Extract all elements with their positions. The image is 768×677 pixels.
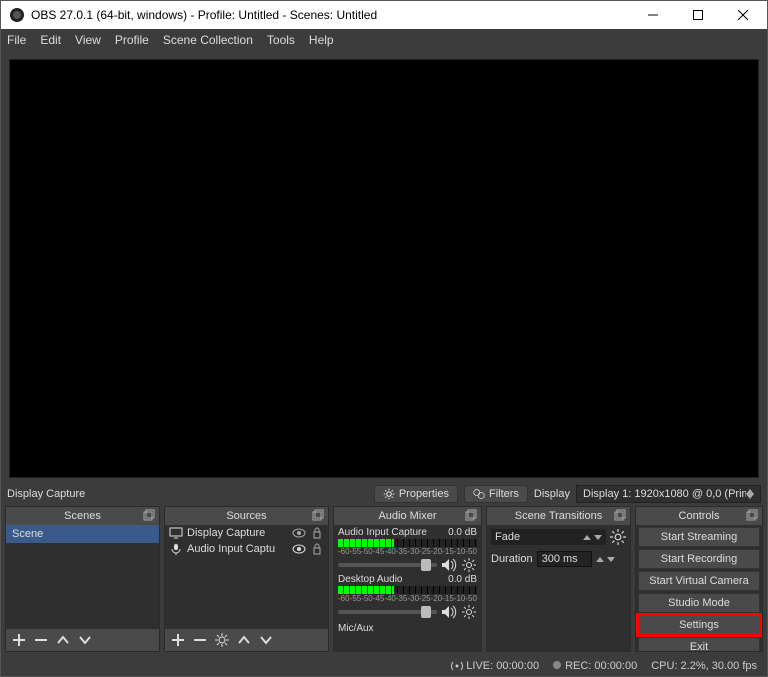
- lock-icon[interactable]: [310, 527, 324, 539]
- controls-header: Controls: [636, 507, 762, 525]
- eye-icon[interactable]: [292, 543, 306, 555]
- menu-profile[interactable]: Profile: [115, 33, 149, 47]
- menu-file[interactable]: File: [7, 33, 26, 47]
- dot-icon: [553, 661, 561, 669]
- maximize-button[interactable]: [675, 1, 720, 29]
- duration-input[interactable]: 300 ms: [537, 551, 592, 567]
- gear-icon[interactable]: [461, 605, 477, 619]
- stepper-icon: [583, 531, 602, 543]
- source-row[interactable]: Display Capture: [165, 525, 328, 541]
- volume-slider[interactable]: [338, 563, 437, 567]
- scenes-toolbar: [6, 629, 159, 651]
- status-bar: LIVE: 00:00:00 REC: 00:00:00 CPU: 2.2%, …: [1, 656, 767, 676]
- cpu-status: CPU: 2.2%, 30.00 fps: [651, 660, 757, 672]
- preview-area: [1, 51, 767, 482]
- scenes-dock: Scenes Scene: [5, 506, 160, 652]
- stepper-icon: [746, 489, 754, 499]
- start-streaming-button[interactable]: Start Streaming: [638, 527, 760, 547]
- speaker-icon[interactable]: [441, 605, 457, 619]
- properties-button[interactable]: Properties: [374, 485, 458, 503]
- title-bar: OBS 27.0.1 (64-bit, windows) - Profile: …: [1, 1, 767, 29]
- broadcast-icon: [451, 661, 463, 671]
- filters-button[interactable]: Filters: [464, 485, 528, 503]
- preview-canvas[interactable]: [9, 59, 759, 478]
- transitions-header: Scene Transitions: [487, 507, 630, 525]
- sources-header: Sources: [165, 507, 328, 525]
- monitor-icon: [169, 527, 183, 539]
- transitions-dock: Scene Transitions Fade Duration: [486, 506, 631, 652]
- db-scale: -60-55-50-45-40-35-30-25-20-15-10-50: [338, 548, 477, 556]
- chevron-up-icon[interactable]: [237, 633, 251, 647]
- mixer-body: Audio Input Capture0.0 dB -60-55-50-45-4…: [334, 525, 481, 651]
- display-dropdown[interactable]: Display 1: 1920x1080 @ 0,0 (Prima: [576, 485, 761, 503]
- scene-item[interactable]: Scene: [6, 525, 159, 543]
- menu-edit[interactable]: Edit: [40, 33, 61, 47]
- mixer-channel: Desktop Audio0.0 dB -60-55-50-45-40-35-3…: [338, 574, 477, 619]
- settings-button[interactable]: Settings: [638, 615, 760, 635]
- menu-help[interactable]: Help: [309, 33, 334, 47]
- add-icon[interactable]: [12, 633, 26, 647]
- filters-icon: [473, 488, 485, 500]
- menu-tools[interactable]: Tools: [267, 33, 295, 47]
- rec-status: REC: 00:00:00: [553, 660, 637, 672]
- popout-icon[interactable]: [312, 509, 324, 521]
- audio-meter: [338, 539, 477, 547]
- mic-icon: [169, 543, 183, 555]
- mixer-channel: Audio Input Capture0.0 dB -60-55-50-45-4…: [338, 527, 477, 572]
- audio-meter: [338, 586, 477, 594]
- chevron-up-icon[interactable]: [56, 633, 70, 647]
- exit-button[interactable]: Exit: [638, 637, 760, 651]
- audio-mixer-dock: Audio Mixer Audio Input Capture0.0 dB -6…: [333, 506, 482, 652]
- source-toolbar: Display Capture Properties Filters Displ…: [1, 482, 767, 506]
- minimize-button[interactable]: [630, 1, 675, 29]
- add-icon[interactable]: [171, 633, 185, 647]
- live-status: LIVE: 00:00:00: [451, 660, 539, 672]
- remove-icon[interactable]: [34, 633, 48, 647]
- volume-slider[interactable]: [338, 610, 437, 614]
- studio-mode-button[interactable]: Studio Mode: [638, 593, 760, 613]
- popout-icon[interactable]: [465, 509, 477, 521]
- transition-dropdown[interactable]: Fade: [491, 529, 606, 545]
- start-virtual-camera-button[interactable]: Start Virtual Camera: [638, 571, 760, 591]
- obs-icon: [9, 7, 25, 23]
- remove-icon[interactable]: [193, 633, 207, 647]
- menu-view[interactable]: View: [75, 33, 101, 47]
- sources-dock: Sources Display Capture Audio Input Capt…: [164, 506, 329, 652]
- gear-icon: [383, 488, 395, 500]
- chevron-down-icon[interactable]: [78, 633, 92, 647]
- close-button[interactable]: [720, 1, 765, 29]
- scenes-header: Scenes: [6, 507, 159, 525]
- display-label: Display: [534, 488, 570, 500]
- menu-scene-collection[interactable]: Scene Collection: [163, 33, 253, 47]
- popout-icon[interactable]: [143, 509, 155, 521]
- lock-icon[interactable]: [310, 543, 324, 555]
- gear-icon[interactable]: [215, 633, 229, 647]
- stepper-icon[interactable]: [596, 553, 615, 565]
- eye-icon[interactable]: [292, 527, 306, 539]
- sources-toolbar: [165, 629, 328, 651]
- chevron-down-icon[interactable]: [259, 633, 273, 647]
- gear-icon[interactable]: [461, 558, 477, 572]
- gear-icon[interactable]: [610, 529, 626, 545]
- speaker-icon[interactable]: [441, 558, 457, 572]
- mixer-channel-label: Mic/Aux: [338, 623, 477, 634]
- popout-icon[interactable]: [746, 509, 758, 521]
- start-recording-button[interactable]: Start Recording: [638, 549, 760, 569]
- controls-dock: Controls Start StreamingStart RecordingS…: [635, 506, 763, 652]
- popout-icon[interactable]: [614, 509, 626, 521]
- source-label: Display Capture: [7, 488, 85, 500]
- source-row[interactable]: Audio Input Captu: [165, 541, 328, 557]
- duration-label: Duration: [491, 553, 533, 565]
- db-scale: -60-55-50-45-40-35-30-25-20-15-10-50: [338, 595, 477, 603]
- mixer-header: Audio Mixer: [334, 507, 481, 525]
- menu-bar: File Edit View Profile Scene Collection …: [1, 29, 767, 51]
- window-title: OBS 27.0.1 (64-bit, windows) - Profile: …: [31, 8, 630, 22]
